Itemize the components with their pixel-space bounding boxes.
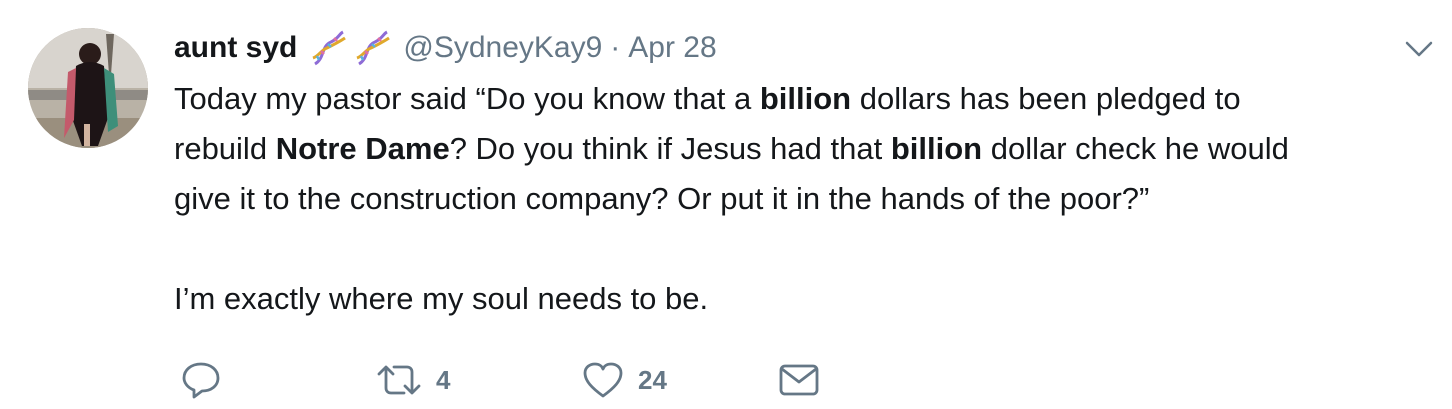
dna-icon (309, 28, 349, 68)
share-button[interactable] (778, 358, 820, 402)
dna-icon (353, 28, 393, 68)
tweet-line: give it to the construction company? Or … (174, 181, 1150, 216)
tweet[interactable]: aunt syd @SydneyKay9 · Apr 28 Today my p… (0, 0, 1452, 409)
retweet-count: 4 (436, 364, 451, 395)
chevron-down-icon[interactable] (1404, 38, 1434, 60)
reply-button[interactable] (180, 358, 236, 402)
display-name[interactable]: aunt syd (174, 31, 297, 65)
tweet-date[interactable]: Apr 28 (628, 31, 716, 65)
tweet-line: Today my pastor said “Do you know that a… (174, 81, 1241, 116)
reply-icon (182, 362, 220, 399)
tweet-text: Today my pastor said “Do you know that a… (174, 74, 1446, 324)
retweet-button[interactable]: 4 (376, 358, 450, 402)
tweet-line: rebuild Notre Dame? Do you think if Jesu… (174, 131, 1289, 166)
like-count: 24 (638, 364, 667, 395)
tweet-line: I’m exactly where my soul needs to be. (174, 281, 709, 316)
envelope-icon (779, 364, 819, 396)
tweet-header: aunt syd @SydneyKay9 · Apr 28 (174, 26, 717, 70)
retweet-icon (377, 365, 421, 395)
separator: · (610, 31, 621, 64)
heart-icon (583, 362, 623, 398)
avatar[interactable] (28, 28, 148, 148)
name-emoji (309, 28, 393, 68)
like-button[interactable]: 24 (582, 358, 667, 402)
user-handle[interactable]: @SydneyKay9 (403, 31, 602, 65)
tweet-actions: 4 24 (180, 358, 880, 402)
